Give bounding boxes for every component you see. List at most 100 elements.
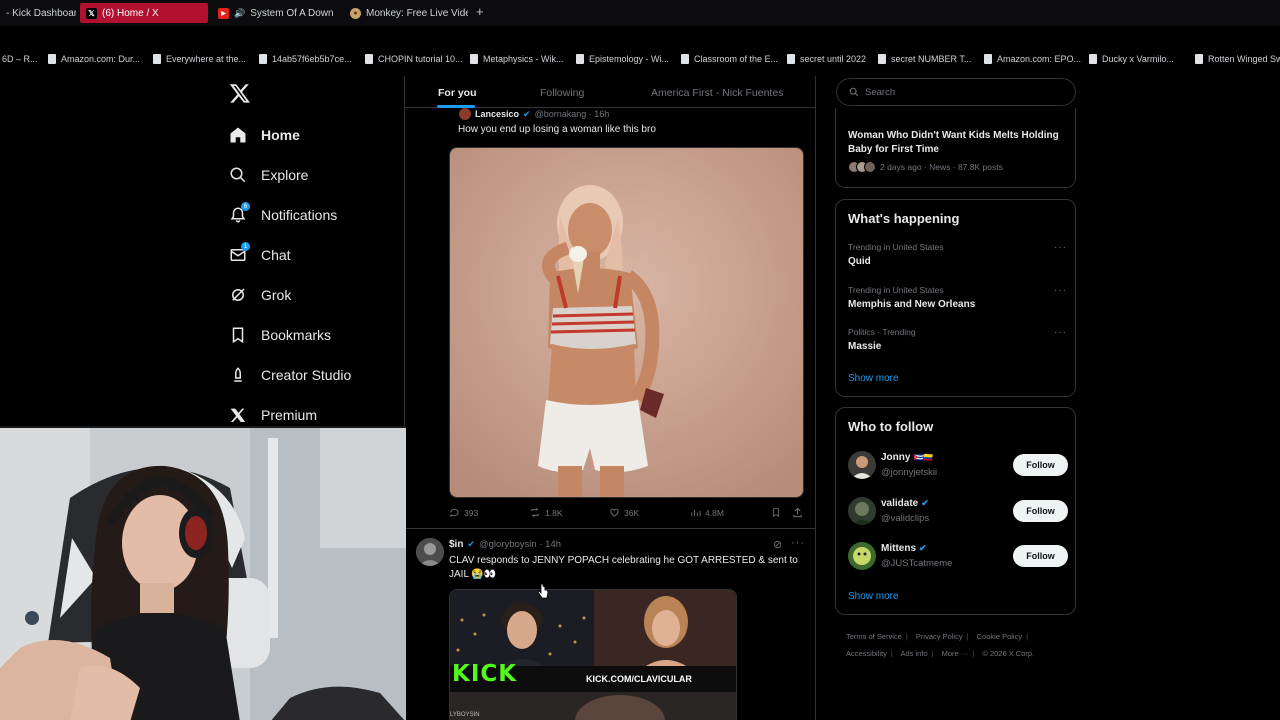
repost-icon [531,508,539,517]
bookmark-item[interactable]: Epistemology - Wi... [576,54,669,64]
trend-item[interactable]: Trending in United States Memphis and Ne… [848,285,1073,310]
follow-suggestion[interactable]: Jonny 🇨🇺🇨🇴 @jonnyjetskii Follow [848,451,1068,481]
chat-badge: 1 [241,242,250,251]
avatar[interactable] [416,538,444,566]
follow-button[interactable]: Follow [1013,500,1068,522]
tweet-author-name[interactable]: Lancesico [475,109,519,119]
repost-button[interactable]: 1.8K [529,507,563,518]
trend-item[interactable]: Trending in United States Quid ··· [848,242,1073,267]
bookmark-item[interactable]: Everywhere at the... [153,54,246,64]
bookmark-item[interactable]: 6D – R... [2,54,38,64]
avatar-stack [848,161,876,173]
page-icon [1089,54,1097,64]
tab-monkey[interactable]: ● Monkey: Free Live Video [344,3,468,23]
nav-label: Notifications [261,207,338,223]
card-title: Who to follow [848,419,934,434]
nav-premium[interactable]: Premium [229,402,317,428]
verified-icon: ✔ [919,543,927,553]
bookmark-item[interactable]: Rotten Winged Sw [1195,54,1280,64]
footer-link[interactable]: Ads info [900,649,927,658]
page-icon [1195,54,1203,64]
grok-icon [229,286,247,304]
follow-suggestion[interactable]: Mittens ✔ @JUSTcatmeme Follow [848,542,1068,572]
tweet-divider [405,528,815,529]
webcam-feed-image [0,428,406,720]
footer-link[interactable]: Privacy Policy [916,632,963,641]
tweet-text: How you end up losing a woman like this … [458,124,656,135]
search-input[interactable]: Search [836,78,1076,106]
user-handle: @validclips [881,513,930,524]
tab-america-first[interactable]: America First - Nick Fuentes [651,87,783,99]
more-options-icon[interactable]: ··· [791,537,805,549]
new-tab-button[interactable]: + [476,4,484,19]
views-button[interactable]: 4.8M [690,507,724,518]
tab-label: - Kick Dashboard [6,7,76,19]
avatar[interactable] [459,108,471,120]
x-logo-icon[interactable] [229,82,251,104]
tweet-media-image[interactable] [449,147,804,498]
nav-label: Premium [261,407,318,423]
bookmark-item[interactable]: Ducky x Varmilo... [1089,54,1174,64]
more-options-icon[interactable]: ··· [1054,285,1067,296]
nav-label: Explore [261,167,309,183]
tab-x-home[interactable]: 𝕏 (6) Home / X [80,3,208,23]
footer-link[interactable]: Cookie Policy [977,632,1022,641]
search-icon [849,87,859,97]
bookmark-item[interactable]: Classroom of the E... [681,54,778,64]
footer-link[interactable]: More ··· [942,649,969,658]
bookmark-item[interactable]: Metaphysics - Wik... [470,54,564,64]
bookmark-item[interactable]: Amazon.com: Dur... [48,54,140,64]
nav-notifications[interactable]: 6 Notifications [229,202,337,228]
like-button[interactable]: 36K [609,507,639,518]
search-icon [229,166,247,184]
footer-link[interactable]: Terms of Service [846,632,902,641]
user-name: validate [881,498,919,509]
kick-logo: KICK [452,661,518,687]
avatar[interactable] [848,542,876,570]
follow-button[interactable]: Follow [1013,545,1068,567]
bookmark-item[interactable]: Amazon.com: EPO... [984,54,1081,64]
reply-count: 393 [464,507,479,518]
nav-home[interactable]: Home [229,122,300,148]
bookmark-button[interactable] [771,507,781,518]
monkey-favicon-icon: ● [350,7,361,19]
avatar[interactable] [848,451,876,479]
trend-item[interactable]: Politics · Trending Massie ··· [848,327,1073,352]
speaker-icon: 🔊 [234,7,246,18]
user-handle: @JUSTcatmeme [881,558,953,569]
share-button[interactable] [792,507,803,518]
kick-url: KICK.COM/CLAVICULAR [586,674,692,684]
tweet-author-name[interactable]: $in [449,539,463,550]
follow-suggestion[interactable]: validate ✔ @validclips Follow [848,497,1068,527]
show-more-link[interactable]: Show more [848,591,899,602]
news-card[interactable]: Woman Who Didn't Want Kids Melts Holding… [835,108,1076,188]
tweet-media-image[interactable]: KICK KICK.COM/CLAVICULAR LYBOYSIN [449,589,737,720]
nav-explore[interactable]: Explore [229,162,308,188]
more-options-icon[interactable]: ··· [1054,242,1067,253]
footer-link[interactable]: Accessibility [846,649,887,658]
bookmark-item[interactable]: CHOPIN tutorial 10... [365,54,463,64]
tab-following[interactable]: Following [540,87,584,99]
avatar[interactable] [848,497,876,525]
more-options-icon[interactable]: ··· [1054,327,1067,338]
nav-bookmarks[interactable]: Bookmarks [229,322,331,348]
whats-happening-card: What's happening Trending in United Stat… [835,199,1076,397]
grok-icon[interactable]: ⊘ [773,538,782,551]
follow-button[interactable]: Follow [1013,454,1068,476]
footer-links: Terms of Service | Privacy Policy | Cookie… [846,632,1035,658]
tweet-author-handle[interactable]: @bornakang · 16h [535,109,610,119]
nav-creator-studio[interactable]: Creator Studio [229,362,351,388]
bookmark-item[interactable]: 14ab57f6eb5b7ce... [259,54,352,64]
nav-grok[interactable]: Grok [229,282,291,308]
reply-button[interactable]: 393 [449,507,478,518]
home-icon [229,126,247,144]
bookmark-item[interactable]: secret NUMBER T... [878,54,971,64]
tab-system-of-a-down[interactable]: ▶ 🔊 System Of A Down - [212,3,334,23]
nav-chat[interactable]: 1 Chat [229,242,291,268]
tab-for-you[interactable]: For you [438,87,477,99]
tweet-author-handle[interactable]: @gloryboysin · 14h [479,539,561,550]
show-more-link[interactable]: Show more [848,373,899,384]
tab-kick-dashboard[interactable]: - Kick Dashboard [0,3,76,23]
who-to-follow-card: Who to follow Jonny 🇨🇺🇨🇴 @jonnyjetskii F… [835,407,1076,615]
bookmark-item[interactable]: secret until 2022 [787,54,866,64]
